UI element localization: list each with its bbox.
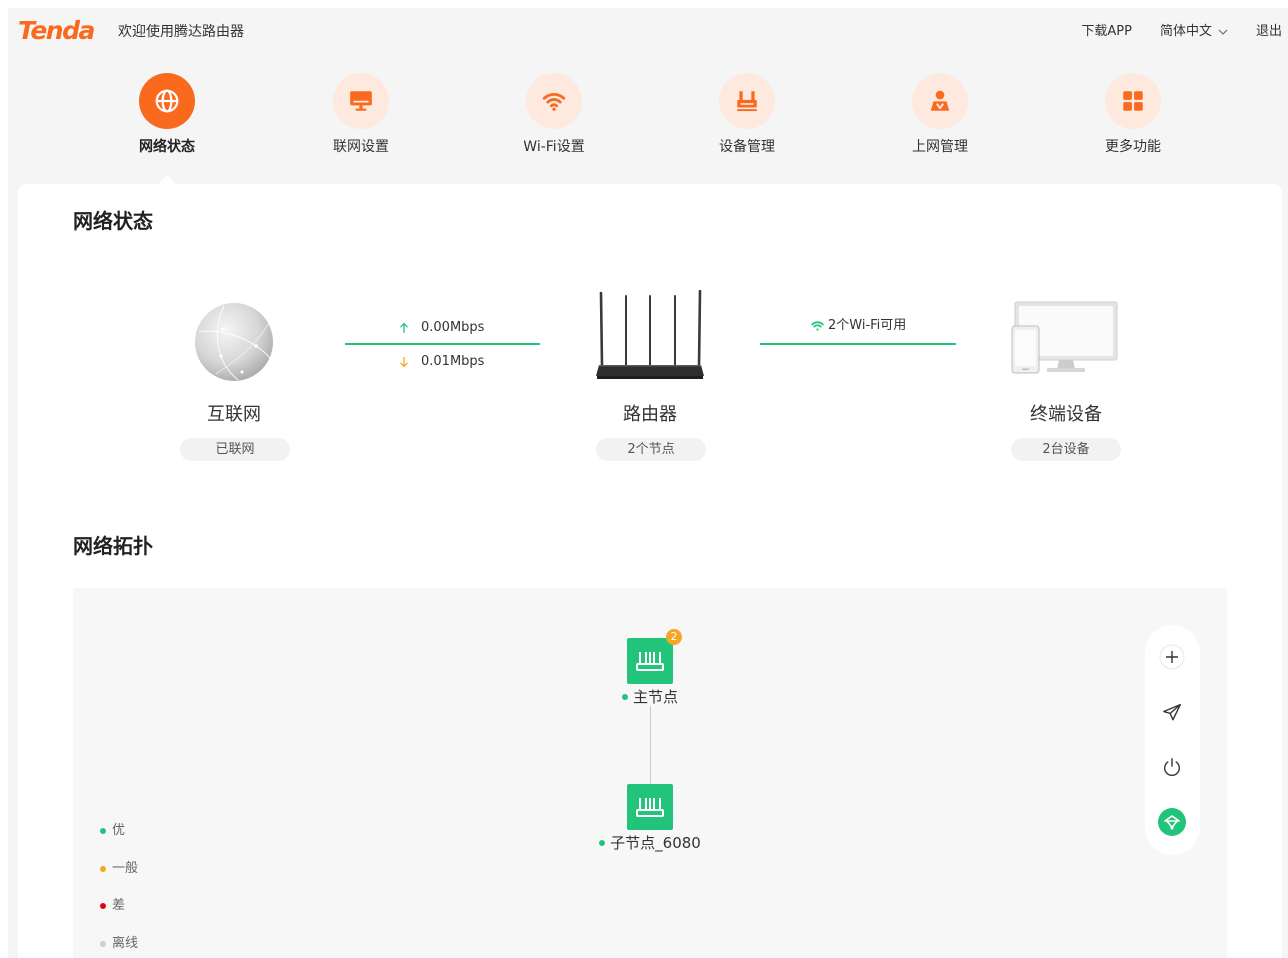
section-title-topology: 网络拓扑 bbox=[73, 534, 153, 558]
internet-node[interactable] bbox=[194, 302, 274, 382]
nav-item-more-features[interactable]: 更多功能 bbox=[1068, 73, 1198, 155]
sub-node-name: 子节点_6080 bbox=[610, 834, 701, 852]
nav-icon-circle bbox=[1105, 73, 1161, 129]
nav-item-device-management[interactable]: 设备管理 bbox=[682, 73, 812, 155]
mesh-button[interactable] bbox=[1157, 807, 1187, 837]
router-node[interactable] bbox=[596, 289, 704, 382]
devices-node[interactable] bbox=[1010, 300, 1120, 376]
nav-icon-circle bbox=[139, 73, 195, 129]
router-device-icon bbox=[596, 289, 704, 379]
legend-dot bbox=[100, 903, 106, 909]
upload-rate: 0.00Mbps bbox=[399, 320, 484, 336]
welcome-text: 欢迎使用腾达路由器 bbox=[118, 24, 244, 40]
wifi-small-icon bbox=[811, 321, 824, 331]
section-title-network-status: 网络状态 bbox=[73, 209, 153, 233]
globe-icon bbox=[155, 89, 179, 113]
reboot-button[interactable] bbox=[1157, 752, 1187, 782]
router-icon bbox=[737, 91, 757, 112]
nav-item-access-control[interactable]: 上网管理 bbox=[875, 73, 1005, 155]
legend-item-offline: 离线 bbox=[100, 937, 138, 951]
logout-link[interactable]: 退出 bbox=[1256, 24, 1282, 40]
language-select[interactable]: 简体中文 bbox=[1160, 24, 1228, 40]
globe-sphere-icon bbox=[195, 303, 273, 381]
internet-label: 互联网 bbox=[207, 404, 261, 425]
main-node-label: 主节点 bbox=[550, 688, 750, 706]
nav-label: Wi-Fi设置 bbox=[523, 139, 585, 155]
nav-label: 网络状态 bbox=[139, 139, 195, 155]
upload-rate-value: 0.00Mbps bbox=[421, 320, 485, 335]
monitor-phone-icon bbox=[1011, 301, 1118, 374]
nav-item-internet-settings[interactable]: 联网设置 bbox=[296, 73, 426, 155]
arrow-down-icon bbox=[400, 357, 408, 368]
send-icon bbox=[1163, 703, 1181, 721]
status-dot bbox=[599, 840, 606, 846]
user-shield-icon bbox=[930, 90, 950, 111]
devices-count-badge: 2台设备 bbox=[1011, 438, 1121, 461]
active-nav-pointer bbox=[158, 175, 176, 184]
legend-dot bbox=[100, 866, 106, 872]
add-node-button[interactable] bbox=[1157, 642, 1187, 672]
router-nodes-badge: 2个节点 bbox=[596, 438, 706, 461]
grid-icon bbox=[1123, 91, 1143, 111]
legend-label: 差 bbox=[112, 898, 126, 913]
wifi-available: 2个Wi-Fi可用 bbox=[810, 318, 906, 334]
nav-item-wifi-settings[interactable]: Wi-Fi设置 bbox=[489, 73, 619, 155]
download-rate: 0.01Mbps bbox=[399, 354, 484, 370]
topology-connector bbox=[650, 706, 651, 784]
send-button[interactable] bbox=[1157, 697, 1187, 727]
nav-icon-circle bbox=[912, 73, 968, 129]
nav-icon-circle bbox=[526, 73, 582, 129]
legend-dot bbox=[100, 828, 106, 834]
legend-item-poor: 差 bbox=[100, 899, 125, 913]
wifi-available-text: 2个Wi-Fi可用 bbox=[828, 318, 907, 333]
nav-item-network-status[interactable]: 网络状态 bbox=[102, 73, 232, 155]
plus-icon bbox=[1159, 644, 1185, 670]
download-app-link[interactable]: 下载APP bbox=[1081, 24, 1132, 40]
mesh-icon bbox=[1158, 808, 1186, 836]
topology-toolbar bbox=[1145, 625, 1200, 855]
chevron-down-icon bbox=[1218, 29, 1228, 35]
nav-label: 上网管理 bbox=[912, 139, 968, 155]
nav-label: 更多功能 bbox=[1105, 139, 1161, 155]
nav-icon-circle bbox=[719, 73, 775, 129]
wifi-icon bbox=[542, 93, 566, 111]
nav-label: 联网设置 bbox=[333, 139, 389, 155]
language-label: 简体中文 bbox=[1159, 24, 1212, 39]
legend-dot bbox=[100, 941, 106, 947]
router-node-icon bbox=[636, 798, 664, 817]
main-node-client-badge: 2 bbox=[666, 629, 682, 645]
internet-status-badge: 已联网 bbox=[180, 438, 290, 461]
header-actions: 下载APP 简体中文 退出 bbox=[1081, 24, 1282, 40]
legend-item-normal: 一般 bbox=[100, 862, 138, 876]
sub-node-label: 子节点_6080 bbox=[550, 834, 750, 852]
power-icon bbox=[1164, 758, 1180, 776]
router-label: 路由器 bbox=[623, 404, 677, 425]
download-rate-value: 0.01Mbps bbox=[421, 354, 485, 369]
legend-label: 一般 bbox=[112, 861, 139, 876]
legend-label: 优 bbox=[112, 823, 126, 838]
sub-node[interactable] bbox=[627, 784, 673, 830]
legend-item-good: 优 bbox=[100, 824, 125, 838]
legend-label: 离线 bbox=[112, 936, 139, 951]
main-node-name: 主节点 bbox=[632, 688, 678, 706]
router-node-icon bbox=[636, 652, 664, 671]
router-devices-link bbox=[760, 343, 956, 345]
arrow-up-icon bbox=[400, 322, 408, 333]
monitor-icon bbox=[350, 91, 372, 111]
internet-router-link bbox=[345, 343, 540, 345]
status-dot bbox=[621, 694, 628, 700]
devices-label: 终端设备 bbox=[1030, 404, 1102, 425]
tenda-logo: Tenda bbox=[18, 16, 95, 45]
main-node[interactable] bbox=[627, 638, 673, 684]
nav-label: 设备管理 bbox=[719, 139, 775, 155]
nav-icon-circle bbox=[333, 73, 389, 129]
